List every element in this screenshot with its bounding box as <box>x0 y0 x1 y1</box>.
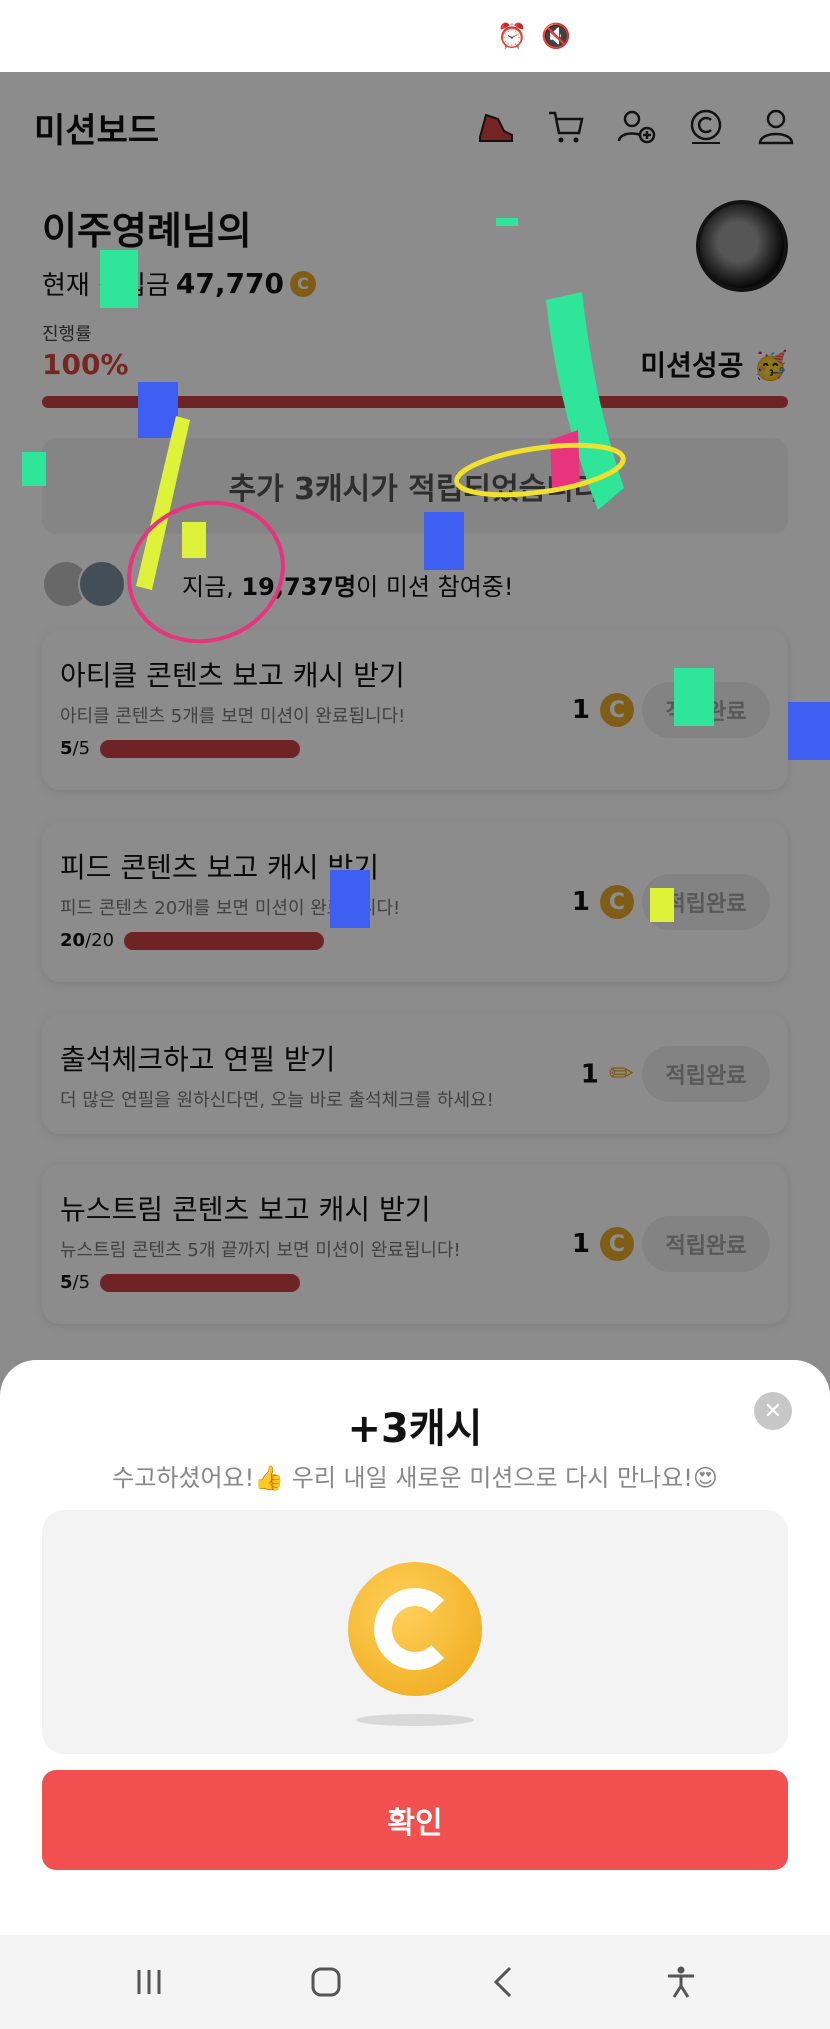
signal-icon: ▂▄▆ <box>619 22 675 50</box>
accessibility-icon[interactable] <box>646 1952 716 2012</box>
close-icon[interactable]: ✕ <box>754 1392 792 1430</box>
wifi-icon: ≋ <box>585 22 606 50</box>
alarm-icon: ⏰ <box>497 22 528 50</box>
battery-icon: ▮ <box>764 22 778 50</box>
cashfeed-icon: ☁ <box>225 22 250 50</box>
home-icon[interactable] <box>291 1952 361 2012</box>
status-bar: SKT 7:28 ▣ ☁ ✎ • ⏰ 🔇 ≋ ▂▄▆ 74% ▮ <box>0 0 830 72</box>
back-icon[interactable] <box>469 1952 539 2012</box>
reward-title: +3캐시 <box>347 1406 483 1452</box>
system-nav-bar <box>0 1935 830 2029</box>
battery-percent: 74% <box>688 19 751 53</box>
reward-bottom-sheet: +3캐시 ✕ 수고하셨어요!👍 우리 내일 새로운 미션으로 다시 만나요!😍 … <box>0 1360 830 1935</box>
reward-message: 수고하셨어요!👍 우리 내일 새로운 미션으로 다시 만나요!😍 <box>112 1464 718 1492</box>
gallery-icon: ▣ <box>188 22 212 50</box>
coin-shadow <box>356 1714 474 1726</box>
coin-icon <box>348 1562 482 1696</box>
shoe-icon: ✎ <box>263 22 284 50</box>
coin-illustration-box <box>42 1510 788 1754</box>
carrier-time: SKT 7:28 <box>52 19 175 53</box>
mute-icon: 🔇 <box>541 22 572 50</box>
confirm-button[interactable]: 확인 <box>42 1770 788 1870</box>
dot-icon: • <box>297 22 312 50</box>
recent-apps-icon[interactable] <box>114 1952 184 2012</box>
